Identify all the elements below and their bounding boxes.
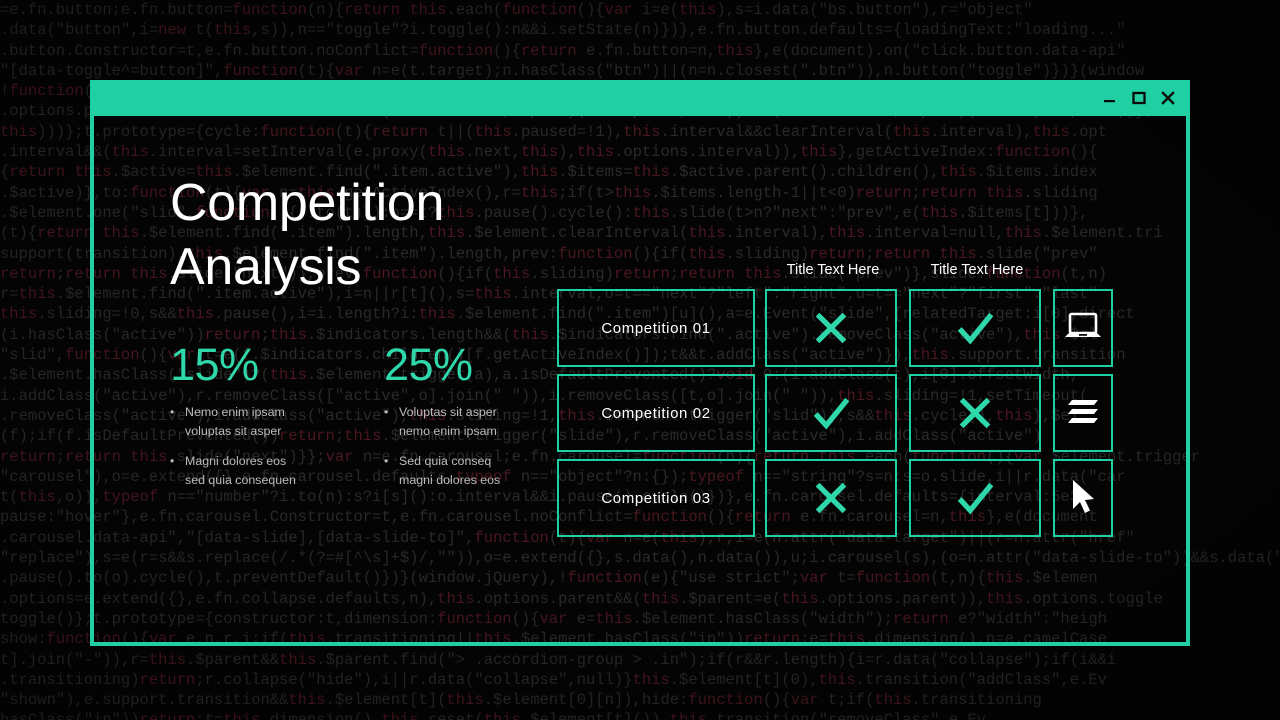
stat-value: 15% (170, 339, 259, 390)
check-icon (957, 312, 994, 345)
comparison-table: Title Text Here Title Text Here Competit… (557, 261, 1117, 544)
stat-bullet-list: • Voluptas sit asper nemo enim ipsam • S… (384, 404, 550, 488)
status-cell[interactable] (909, 289, 1041, 367)
minimize-icon[interactable] (1102, 90, 1118, 106)
competition-label: Competition 02 (601, 404, 711, 422)
bullet-subtext: nemo enim ipsam (399, 424, 497, 438)
bullet-dot: • (170, 405, 175, 419)
competition-label: Competition 01 (601, 319, 711, 337)
category-icon-cell[interactable] (1053, 459, 1113, 537)
bullet-dot: • (170, 454, 175, 468)
stat-value: 25% (384, 339, 473, 390)
cross-icon (815, 312, 847, 344)
competition-label: Competition 03 (601, 489, 711, 507)
window-titlebar[interactable] (90, 80, 1190, 116)
bullet-text: Sed quia conseq (399, 454, 492, 468)
cursor-icon (1061, 476, 1105, 520)
stat-bullet-list: • Nemo enim ipsam voluptas sit asper • M… (170, 404, 336, 488)
cross-icon (959, 397, 991, 429)
bullet-dot: • (384, 405, 389, 419)
list-item: • Voluptas sit asper (384, 404, 550, 420)
competition-name-cell[interactable]: Competition 01 (557, 289, 755, 367)
table-row: Competition 03 (557, 459, 1117, 541)
bullet-subtext: magni dolores eos (399, 473, 501, 487)
status-cell[interactable] (909, 374, 1041, 452)
status-cell[interactable] (765, 289, 897, 367)
page-title: Competition Analysis (170, 174, 445, 296)
bullet-subtext: sed quia consequen (185, 473, 296, 487)
status-cell[interactable] (765, 459, 897, 537)
bullet-text: Nemo enim ipsam (185, 405, 285, 419)
status-cell[interactable] (909, 459, 1041, 537)
list-item: • Magni dolores eos (170, 453, 336, 469)
column-header: Title Text Here (930, 262, 1024, 278)
stat-column-2: 25% • Voluptas sit asper nemo enim ipsam… (384, 341, 550, 502)
bullet-text: Magni dolores eos (185, 454, 287, 468)
list-item: • Sed quia conseq (384, 453, 550, 469)
layers-icon (1061, 391, 1105, 435)
table-header-row: Title Text Here Title Text Here (557, 261, 1117, 289)
category-icon-cell[interactable] (1053, 289, 1113, 367)
bullet-dot: • (384, 454, 389, 468)
window-content: Competition Analysis 15% • Nemo enim ips… (94, 116, 1186, 642)
stat-column-1: 15% • Nemo enim ipsam voluptas sit asper… (170, 341, 336, 502)
laptop-icon (1061, 306, 1105, 350)
column-header: Title Text Here (786, 262, 880, 278)
competition-name-cell[interactable]: Competition 03 (557, 459, 755, 537)
competition-name-cell[interactable]: Competition 02 (557, 374, 755, 452)
left-pane: Competition Analysis 15% • Nemo enim ips… (170, 171, 570, 502)
table-row: Competition 02 (557, 374, 1117, 456)
close-icon[interactable] (1160, 90, 1176, 106)
table-row: Competition 01 (557, 289, 1117, 371)
check-icon (813, 397, 850, 430)
check-icon (957, 482, 994, 515)
app-window: Competition Analysis 15% • Nemo enim ips… (90, 80, 1190, 646)
stats-row: 15% • Nemo enim ipsam voluptas sit asper… (170, 341, 570, 502)
list-item: • Nemo enim ipsam (170, 404, 336, 420)
maximize-icon[interactable] (1131, 90, 1147, 106)
cross-icon (815, 482, 847, 514)
status-cell[interactable] (765, 374, 897, 452)
bullet-text: Voluptas sit asper (399, 405, 497, 419)
category-icon-cell[interactable] (1053, 374, 1113, 452)
bullet-subtext: voluptas sit asper (185, 424, 282, 438)
slide-canvas: =e.fn.button;e.fn.button=function(n){ret… (0, 0, 1280, 720)
